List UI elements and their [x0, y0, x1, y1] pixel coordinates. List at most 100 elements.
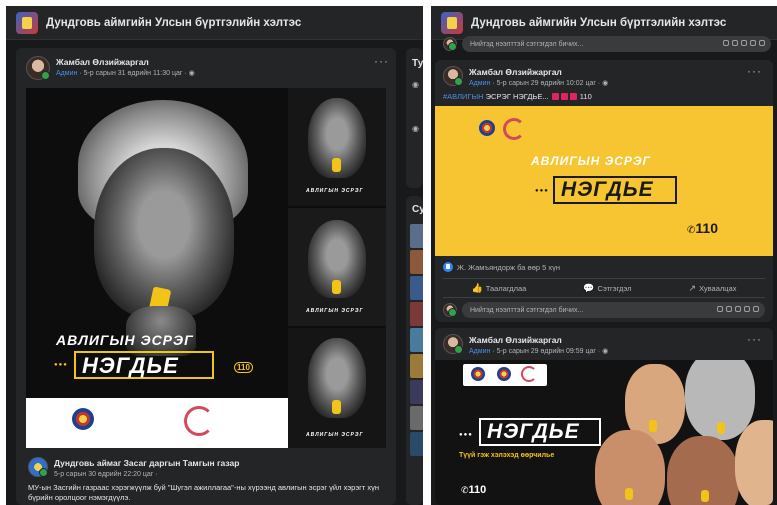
brand-dots: ●●●: [535, 188, 549, 194]
whistle-icon: [649, 420, 657, 432]
hotline-number: ✆110: [461, 484, 487, 496]
post-meta: Админ · 5-р сарын 29 өдрийн 10:02 цаг · …: [469, 78, 608, 90]
comment-bar-top: Нийтэд нээлттэй сэтгэгдэл бичих...: [443, 36, 771, 52]
panel-2-slogan: АВЛИГЫН ЭСРЭГ: [306, 308, 364, 314]
shared-time[interactable]: 5-р сарын 30 өдрийн 22:20 цаг ·: [54, 469, 239, 481]
brand-dots: ●●●: [54, 362, 68, 368]
brand-logo-text: НЭГДЬЕ: [487, 420, 580, 443]
avatar[interactable]: [443, 334, 463, 354]
comment-bar: Нийтэд нээлттэй сэтгэгдэл бичих...: [443, 302, 765, 318]
globe-icon: ◉: [602, 348, 609, 355]
globe-icon: ◉: [412, 80, 419, 89]
agency-logo-icon: [521, 366, 537, 382]
comment-tools-icons[interactable]: [714, 306, 759, 314]
more-options-icon[interactable]: ···: [374, 54, 389, 68]
reactions-summary[interactable]: Ж. Жамъяндорж ба өөр 5 хүн: [443, 262, 560, 272]
post-meta: Админ · 5-р сарын 31 өдрийн 11:30 цаг · …: [56, 68, 195, 80]
admin-badge: Админ: [469, 80, 491, 87]
post-card-2: Жамбал Өлзийжаргал Админ · 5-р сарын 29 …: [435, 328, 773, 505]
poster-tagline: Түүй гэж хэлэхэд өөрчилье: [459, 452, 555, 459]
agency-logo-icon: [503, 118, 525, 140]
whistle-icon: [625, 488, 633, 500]
post-time[interactable]: · 5-р сарын 31 өдрийн 11:30 цаг ·: [79, 70, 186, 77]
post-image[interactable]: АВЛИГЫН ЭСРЭГ АВЛИГЫН ЭСРЭГ АВЛИГЫН ЭСРЭ…: [26, 88, 386, 448]
post-author[interactable]: Жамбал Өлзийжаргал: [469, 334, 608, 346]
eye-icon: ◉: [412, 124, 419, 133]
globe-icon: ◉: [188, 70, 195, 77]
group-title[interactable]: Дундговь аймгийн Улсын бүртгэлийн хэлтэс: [46, 17, 301, 29]
poster-logo-strip: [463, 364, 547, 386]
group-header: Дундговь аймгийн Улсын бүртгэлийн хэлтэс: [6, 6, 423, 40]
left-browser-window: Дундговь аймгийн Улсын бүртгэлийн хэлтэс…: [6, 6, 423, 505]
shared-post-header: Дундговь аймаг Засаг даргын Тамгын газар…: [28, 457, 239, 481]
group-logo-icon[interactable]: [441, 11, 463, 34]
right-browser-window: Дундговь аймгийн Улсын бүртгэлийн хэлтэс…: [431, 6, 777, 505]
share-icon: ↗: [688, 282, 697, 293]
comment-tools-icons[interactable]: [720, 40, 765, 48]
post-header: Жамбал Өлзийжаргал Админ · 5-р сарын 29 …: [443, 66, 608, 90]
group-header-right: Дундговь аймгийн Улсын бүртгэлийн хэлтэс: [431, 6, 777, 40]
post-meta: Админ · 5-р сарын 29 өдрийн 09:59 цаг · …: [469, 346, 608, 358]
like-button[interactable]: 👍 Таалагдлаа: [471, 283, 526, 294]
avatar[interactable]: [26, 56, 50, 80]
post-actions: 👍 Таалагдлаа 💬 Сэтгэгдэл ↗ Хуваалцах: [443, 278, 765, 298]
government-seal-icon: [72, 408, 94, 430]
shared-author[interactable]: Дундговь аймаг Засаг даргын Тамгын газар: [54, 457, 239, 469]
post-header: Жамбал Өлзийжаргал Админ · 5-р сарын 29 …: [443, 334, 608, 358]
group-logo-icon[interactable]: [16, 11, 38, 34]
agency-seal-icon: [497, 367, 511, 381]
post-header: Жамбал Өлзийжаргал Админ · 5-р сарын 31 …: [26, 56, 195, 80]
cross-emoji-icon: [569, 93, 577, 100]
brand-logo-text: НЭГДЬЕ: [82, 353, 179, 378]
comment-button[interactable]: 💬 Сэтгэгдэл: [583, 283, 631, 294]
post-author[interactable]: Жамбал Өлзийжаргал: [469, 66, 608, 78]
poster-slogan: АВЛИГЫН ЭСРЭГ: [531, 154, 651, 168]
globe-icon: ◉: [602, 80, 609, 87]
comment-input-top[interactable]: Нийтэд нээлттэй сэтгэгдэл бичих...: [462, 36, 771, 52]
hotline-number: 110: [234, 362, 253, 373]
more-options-icon[interactable]: ···: [747, 332, 762, 346]
post-author[interactable]: Жамбал Өлзийжаргал: [56, 56, 195, 68]
more-options-icon[interactable]: ···: [747, 64, 762, 78]
post-time[interactable]: · 5-р сарын 29 өдрийн 10:02 цаг ·: [492, 80, 600, 87]
admin-badge: Админ: [469, 348, 491, 355]
portrait-panel-3: АВЛИГЫН ЭСРЭГ: [288, 328, 386, 448]
phone-icon: ✆: [461, 485, 469, 495]
government-seal-icon: [471, 367, 485, 381]
whistle-icon: [717, 422, 725, 434]
share-button[interactable]: ↗ Хуваалцах: [689, 283, 737, 294]
about-title: Тух: [412, 58, 423, 69]
hashtag-link[interactable]: #АВЛИГЫН: [443, 92, 484, 101]
about-card: Тух ◉ ◉: [406, 48, 423, 188]
portrait-panel-2: АВЛИГЫН ЭСРЭГ: [288, 208, 386, 326]
comment-icon: 💬: [583, 282, 595, 293]
hotline-number: ✆110: [687, 220, 718, 236]
post-image[interactable]: ●●● НЭГДЬЕ Түүй гэж хэлэхэд өөрчилье ✆11…: [435, 360, 773, 505]
comment-input[interactable]: Нийтэд нээлттэй сэтгэгдэл бичих...: [462, 302, 765, 318]
portrait-panel-1: АВЛИГЫН ЭСРЭГ: [288, 88, 386, 206]
avatar[interactable]: [443, 66, 463, 86]
government-seal-icon: [479, 120, 495, 136]
agency-logo-icon: [184, 406, 214, 436]
media-thumbnails[interactable]: [410, 224, 423, 458]
avatar: [443, 37, 457, 51]
brand-dots: ●●●: [459, 432, 473, 438]
post-card-1: Жамбал Өлзийжаргал Админ · 5-р сарын 29 …: [435, 60, 773, 322]
avatar: [443, 303, 457, 317]
panel-3-slogan: АВЛИГЫН ЭСРЭГ: [306, 432, 364, 438]
thumbs-up-icon: 👍: [471, 282, 483, 293]
post-card: Жамбал Өлзийжаргал Админ · 5-р сарын 31 …: [16, 48, 396, 505]
poster-slogan: АВЛИГЫН ЭСРЭГ: [56, 332, 194, 348]
post-image[interactable]: АВЛИГЫН ЭСРЭГ ●●● НЭГДЬЕ ✆110: [435, 106, 773, 256]
post-caption: МУ-ын Засгийн газраас хэрэгжүүлж буй "Шу…: [28, 483, 380, 502]
panel-1-slogan: АВЛИГЫН ЭСРЭГ: [306, 188, 364, 194]
whistle-icon: [701, 490, 709, 502]
like-reaction-icon: [443, 262, 453, 272]
post-time[interactable]: · 5-р сарын 29 өдрийн 09:59 цаг ·: [492, 348, 600, 355]
admin-badge: Админ: [56, 70, 78, 77]
group-title-right[interactable]: Дундговь аймгийн Улсын бүртгэлийн хэлтэс: [471, 17, 726, 29]
shared-avatar[interactable]: [28, 457, 48, 477]
cross-emoji-icon: [560, 93, 568, 100]
media-card: Сун: [406, 196, 423, 505]
portrait-hand: [126, 306, 196, 356]
